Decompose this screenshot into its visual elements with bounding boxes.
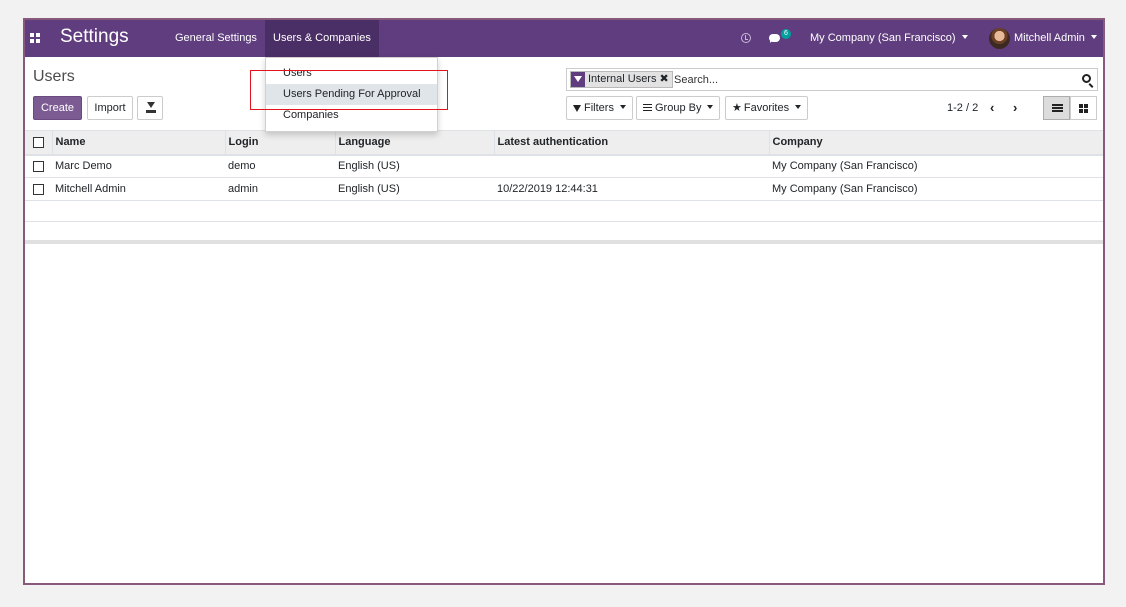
column-header-language[interactable]: Language xyxy=(334,130,494,156)
cell-company[interactable]: My Company (San Francisco) xyxy=(769,177,1103,201)
company-name: My Company (San Francisco) xyxy=(810,32,956,44)
chevron-down-icon xyxy=(707,105,714,109)
row-select-cell xyxy=(25,154,52,178)
import-button[interactable]: Import xyxy=(87,96,133,120)
download-icon xyxy=(146,102,156,113)
search-input[interactable] xyxy=(674,71,1074,88)
cell-name[interactable]: Mitchell Admin xyxy=(52,177,225,201)
empty-cell xyxy=(25,200,1103,222)
filter-icon xyxy=(573,105,581,112)
chat-icon[interactable] xyxy=(769,34,780,43)
table-row[interactable]: Mitchell Admin admin English (US) 10/22/… xyxy=(25,177,1103,201)
chevron-down-icon xyxy=(795,105,802,109)
kanban-view-button[interactable] xyxy=(1070,96,1097,120)
filters-button[interactable]: Filters xyxy=(566,96,633,120)
favorites-label: Favorites xyxy=(743,102,790,114)
chat-badge: 6 xyxy=(781,29,791,39)
cell-language[interactable]: English (US) xyxy=(335,154,494,178)
company-switcher[interactable]: My Company (San Francisco) xyxy=(810,20,968,57)
column-header-latest-authentication[interactable]: Latest authentication xyxy=(493,130,769,156)
cell-login[interactable]: demo xyxy=(225,154,335,178)
list-view-icon xyxy=(1052,104,1063,112)
select-all-cell xyxy=(25,130,52,156)
column-header-login[interactable]: Login xyxy=(224,130,335,156)
kanban-view-icon xyxy=(1079,104,1089,113)
list-view-button[interactable] xyxy=(1043,96,1070,120)
highlight-annotation-box xyxy=(250,70,448,110)
group-by-button[interactable]: Group By xyxy=(636,96,721,120)
column-header-company[interactable]: Company xyxy=(768,130,1103,156)
empty-row xyxy=(25,200,1103,222)
row-checkbox[interactable] xyxy=(33,183,44,195)
search-facet: Internal Users ✖ xyxy=(570,71,673,88)
app-title[interactable]: Settings xyxy=(60,26,129,48)
facet-remove-icon[interactable]: ✖ xyxy=(659,72,671,87)
star-icon: ★ xyxy=(732,102,742,114)
row-select-cell xyxy=(25,177,52,201)
cell-login[interactable]: admin xyxy=(225,177,335,201)
cell-language[interactable]: English (US) xyxy=(335,177,494,201)
chevron-down-icon xyxy=(619,105,626,109)
favorites-button[interactable]: ★ Favorites xyxy=(725,96,809,120)
select-all-checkbox[interactable] xyxy=(33,136,44,148)
table-row[interactable]: Marc Demo demo English (US) My Company (… xyxy=(25,154,1103,178)
pager-previous-button[interactable]: ‹ xyxy=(990,100,994,115)
create-button[interactable]: Create xyxy=(33,96,82,120)
cell-company[interactable]: My Company (San Francisco) xyxy=(769,154,1103,178)
chevron-down-icon xyxy=(1090,35,1097,39)
filter-icon xyxy=(571,72,585,87)
user-menu[interactable]: Mitchell Admin xyxy=(1014,20,1097,57)
group-by-label: Group By xyxy=(655,102,702,114)
group-by-icon xyxy=(643,104,652,111)
cell-name[interactable]: Marc Demo xyxy=(52,154,225,178)
user-avatar[interactable] xyxy=(989,28,1010,49)
apps-menu-icon[interactable] xyxy=(30,33,41,44)
app-window: Settings General Settings Users & Compan… xyxy=(23,18,1105,585)
activity-clock-icon[interactable] xyxy=(741,33,751,43)
row-checkbox[interactable] xyxy=(33,160,44,172)
search-icon[interactable] xyxy=(1082,74,1091,83)
cell-latest-authentication[interactable] xyxy=(494,154,769,178)
cell-latest-authentication[interactable]: 10/22/2019 12:44:31 xyxy=(494,177,769,201)
menu-users-companies[interactable]: Users & Companies xyxy=(265,20,379,57)
users-list-table: Name Login Language Latest authenticatio… xyxy=(25,130,1103,243)
user-name: Mitchell Admin xyxy=(1014,32,1085,44)
column-header-name[interactable]: Name xyxy=(51,130,225,156)
breadcrumb: Users xyxy=(33,68,75,85)
pager-next-button[interactable]: › xyxy=(1013,100,1017,115)
chevron-down-icon xyxy=(961,35,968,39)
pager-value[interactable]: 1-2 / 2 xyxy=(947,102,978,114)
table-header-row: Name Login Language Latest authenticatio… xyxy=(25,130,1103,156)
filters-label: Filters xyxy=(584,102,614,114)
top-navbar: Settings General Settings Users & Compan… xyxy=(25,20,1103,57)
table-footer xyxy=(25,240,1103,244)
menu-general-settings[interactable]: General Settings xyxy=(167,20,265,57)
facet-label: Internal Users xyxy=(588,73,657,85)
export-button[interactable] xyxy=(137,96,163,120)
search-box: Internal Users ✖ xyxy=(566,68,1098,91)
